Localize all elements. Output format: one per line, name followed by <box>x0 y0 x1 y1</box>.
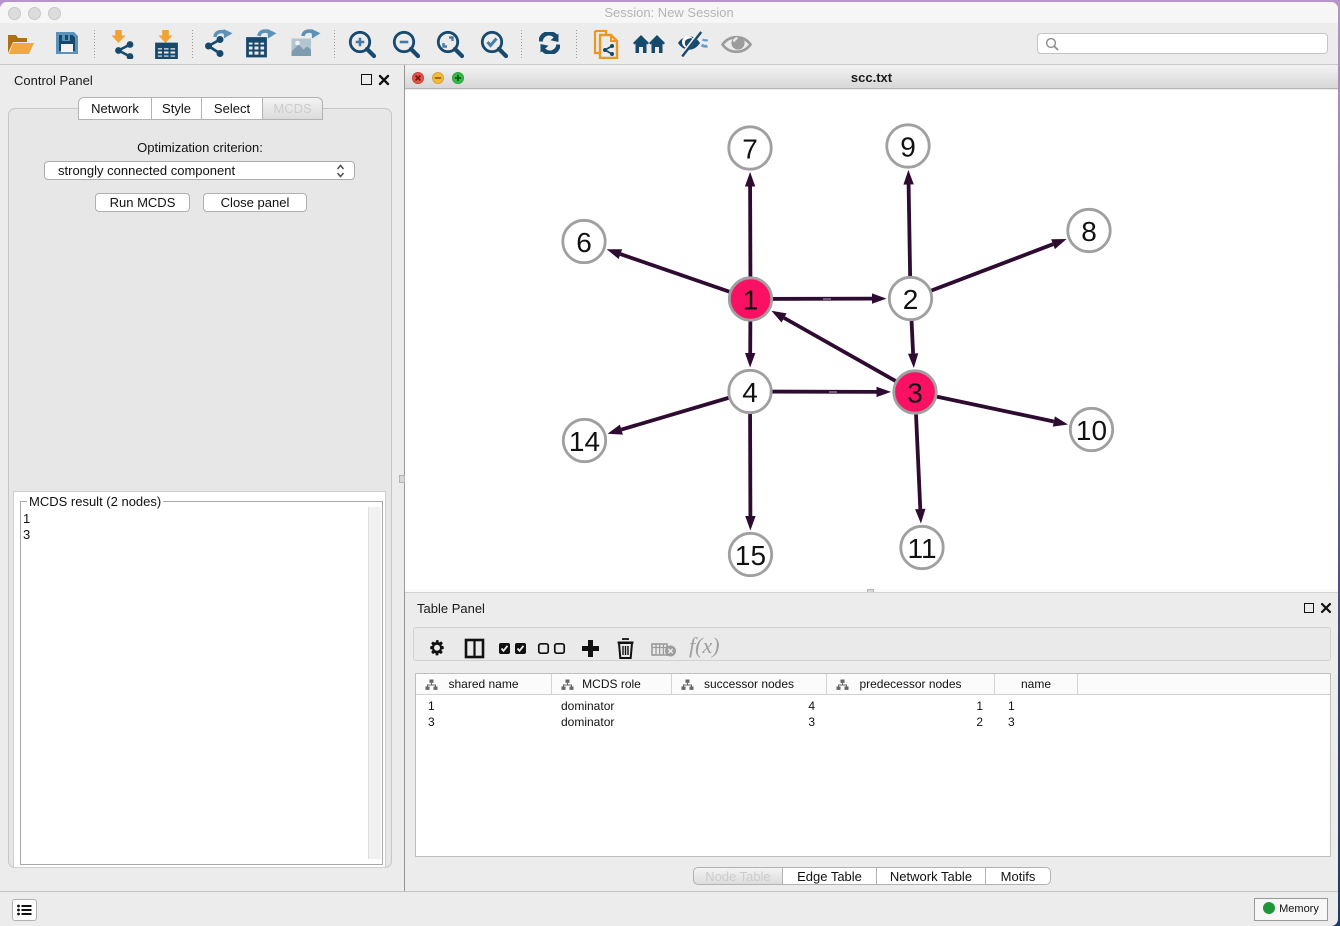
svg-text:1: 1 <box>743 285 759 316</box>
svg-text:7: 7 <box>742 134 758 165</box>
svg-text:4: 4 <box>742 377 758 408</box>
svg-text:3: 3 <box>907 378 923 409</box>
svg-text:2: 2 <box>903 284 919 315</box>
svg-text:11: 11 <box>907 533 936 564</box>
svg-text:8: 8 <box>1081 216 1097 247</box>
svg-text:6: 6 <box>576 227 592 258</box>
svg-text:9: 9 <box>900 132 916 163</box>
svg-text:15: 15 <box>735 540 766 571</box>
svg-text:10: 10 <box>1076 415 1107 446</box>
svg-text:14: 14 <box>569 426 600 457</box>
